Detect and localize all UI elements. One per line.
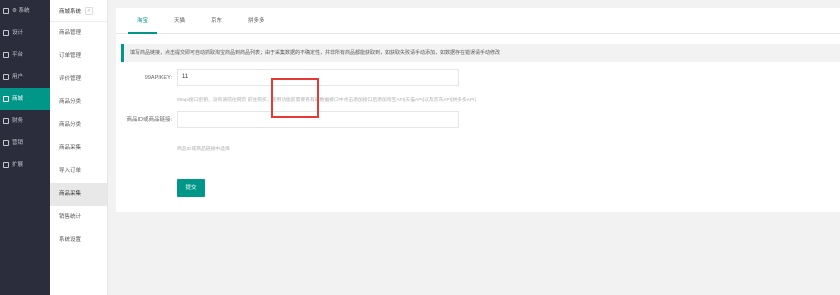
collapse-button[interactable]: < [85, 6, 94, 15]
subnav-item-products[interactable]: 商品管理 [50, 22, 107, 45]
subnav-item-orders[interactable]: 订单管理 [50, 45, 107, 68]
sidebar-item-label: 商城 [12, 96, 24, 102]
sidebar-item-label: 用户 [12, 74, 24, 80]
sidebar-item-platform[interactable]: 平台 [0, 44, 50, 66]
sidebar-item-system[interactable]: ⚙ 系统 [0, 0, 50, 22]
apikey-label: 99APIKEY: [144, 75, 172, 81]
sub-navigation: 商城系统 < 商品管理 订单管理 评价管理 商品分类 商品分类 商品采集 导入订… [50, 0, 108, 295]
sidebar-item-label: 设计 [12, 30, 24, 36]
marketing-icon [3, 140, 9, 146]
sidebar-item-label: 财务 [12, 118, 24, 124]
sidebar-item-extend[interactable]: 扩展 [0, 154, 50, 176]
finance-icon [3, 118, 9, 124]
subnav-item-sales-stats[interactable]: 销售统计 [50, 206, 107, 229]
sidebar-item-marketing[interactable]: 营销 [0, 132, 50, 154]
subnav-item-category[interactable]: 商品分类 [50, 91, 107, 114]
apikey-help: 99api接口密钥，没有请前往网页 前往购买，使用功能前需要有有的数据接口中点击… [177, 98, 476, 103]
extend-icon [3, 162, 9, 168]
subnav-title: 商城系统 [59, 8, 82, 15]
subnav-item-collect-active[interactable]: 商品采集 [50, 183, 107, 206]
submit-button[interactable]: 提交 [177, 179, 205, 197]
shop-icon [3, 96, 9, 102]
gear-icon [3, 8, 9, 14]
subnav-item-reviews[interactable]: 评价管理 [50, 68, 107, 91]
annotation-highlight-box [271, 78, 319, 118]
platform-icon [3, 52, 9, 58]
tab-tmall[interactable]: 天猫 [161, 8, 198, 33]
subnav-item-import-orders[interactable]: 导入订单 [50, 160, 107, 183]
subnav-item-settings[interactable]: 系统设置 [50, 229, 107, 252]
sidebar-item-shop[interactable]: 商城 [0, 88, 50, 110]
sidebar-item-label: 平台 [12, 52, 24, 58]
tab-taobao[interactable]: 淘宝 [124, 8, 161, 34]
subnav-header: 商城系统 < [50, 0, 107, 22]
tab-pinduoduo[interactable]: 拼多多 [235, 8, 278, 33]
sidebar-item-label: 营销 [12, 140, 24, 146]
url-label: 商品ID或商品链接: [126, 117, 172, 123]
tab-jd[interactable]: 京东 [198, 8, 235, 33]
sidebar-item-finance[interactable]: 财务 [0, 110, 50, 132]
platform-tabs: 淘宝 天猫 京东 拼多多 [116, 8, 840, 34]
notice-bar: 填写商品链接，点击提交即可自动抓取淘宝商品到商品列表；由于采集数据的不确定性，并… [121, 44, 840, 62]
main-panel: 淘宝 天猫 京东 拼多多 填写商品链接，点击提交即可自动抓取淘宝商品到商品列表；… [116, 8, 840, 212]
sidebar-item-design[interactable]: 设计 [0, 22, 50, 44]
main-sidebar: ⚙ 系统 设计 平台 用户 商城 财务 营销 扩展 [0, 0, 50, 295]
subnav-item-collect[interactable]: 商品采集 [50, 137, 107, 160]
sidebar-item-label: ⚙ 系统 [12, 8, 30, 14]
subnav-item-category-2[interactable]: 商品分类 [50, 114, 107, 137]
design-icon [3, 30, 9, 36]
sidebar-item-users[interactable]: 用户 [0, 66, 50, 88]
sidebar-item-label: 扩展 [12, 162, 24, 168]
url-help: 商品ID或商品链接中选择 [177, 147, 230, 152]
user-icon [3, 74, 9, 80]
